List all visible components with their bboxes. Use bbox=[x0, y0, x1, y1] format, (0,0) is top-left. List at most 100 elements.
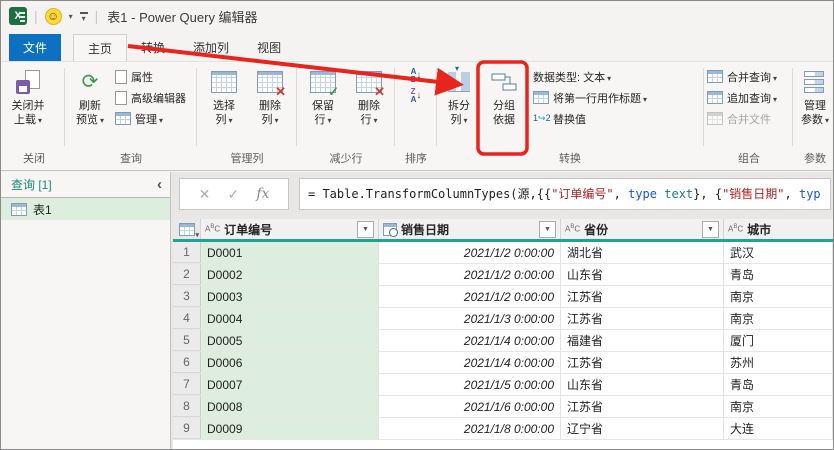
cell-order-id[interactable]: D0006 bbox=[201, 352, 379, 373]
choose-columns-button[interactable]: 选择 列 bbox=[201, 64, 247, 128]
select-all-corner[interactable]: ▾ bbox=[173, 219, 201, 239]
cell-sale-date[interactable]: 2021/1/4 0:00:00 bbox=[379, 330, 561, 351]
cell-sale-date[interactable]: 2021/1/4 0:00:00 bbox=[379, 352, 561, 373]
keep-rows-icon: ✓ bbox=[310, 67, 336, 97]
column-header-sale-date[interactable]: 销售日期 ▼ bbox=[379, 219, 561, 239]
cell-sale-date[interactable]: 2021/1/6 0:00:00 bbox=[379, 396, 561, 417]
cell-city[interactable]: 南京 bbox=[724, 396, 833, 417]
row-number[interactable]: 7 bbox=[173, 374, 201, 395]
collapse-pane-icon[interactable]: ‹ bbox=[157, 177, 162, 192]
ribbon-tab-bar: 文件 主页 转换 添加列 视图 bbox=[1, 31, 833, 61]
remove-rows-button[interactable]: ✕ 删除 行 bbox=[346, 64, 392, 128]
feedback-smiley-icon[interactable]: ☺ bbox=[45, 8, 62, 25]
cell-province[interactable]: 辽宁省 bbox=[561, 418, 724, 439]
filter-dropdown-icon[interactable]: ▼ bbox=[702, 221, 719, 238]
filter-dropdown-icon[interactable]: ▼ bbox=[357, 221, 374, 238]
merge-queries-button[interactable]: 合并查询 bbox=[707, 66, 791, 87]
cell-city[interactable]: 大连 bbox=[724, 418, 833, 439]
cell-province[interactable]: 江苏省 bbox=[561, 396, 724, 417]
keep-rows-button[interactable]: ✓ 保留 行 bbox=[300, 64, 346, 128]
commit-icon[interactable]: ✓ bbox=[227, 186, 239, 203]
row-number[interactable]: 1 bbox=[173, 242, 201, 263]
cell-order-id[interactable]: D0004 bbox=[201, 308, 379, 329]
close-and-load-button[interactable]: 关闭并 上载 bbox=[5, 64, 51, 128]
sort-descending-button[interactable]: ZA ↓ bbox=[411, 87, 422, 105]
cancel-icon[interactable]: ✕ bbox=[199, 186, 211, 203]
advanced-editor-button[interactable]: 高级编辑器 bbox=[115, 87, 186, 108]
cell-sale-date[interactable]: 2021/1/5 0:00:00 bbox=[379, 374, 561, 395]
manage-button[interactable]: 管理 bbox=[115, 108, 186, 129]
row-number[interactable]: 9 bbox=[173, 418, 201, 439]
cell-sale-date[interactable]: 2021/1/2 0:00:00 bbox=[379, 242, 561, 263]
editor-content: 查询 [1] ‹ 表1 ✕ ✓ fx = Table.TransformColu… bbox=[1, 172, 833, 449]
ribbon-group-parameters: 管理 参数 参数 bbox=[795, 64, 834, 170]
cell-province[interactable]: 湖北省 bbox=[561, 242, 724, 263]
column-header-city[interactable]: ABC 城市 bbox=[724, 219, 833, 239]
tab-transform[interactable]: 转换 bbox=[127, 34, 179, 61]
replace-values-icon: 1↪2 bbox=[533, 114, 549, 123]
ribbon-group-query: ⟳ 刷新 预览 属性 高级编辑器 管理 bbox=[67, 64, 195, 170]
replace-values-button[interactable]: 1↪2 替换值 bbox=[533, 108, 647, 129]
cell-province[interactable]: 江苏省 bbox=[561, 352, 724, 373]
filter-dropdown-icon[interactable]: ▼ bbox=[539, 221, 556, 238]
cell-province[interactable]: 山东省 bbox=[561, 374, 724, 395]
remove-columns-button[interactable]: ✕ 删除 列 bbox=[247, 64, 293, 128]
quick-access-customize-icon[interactable]: ▾ bbox=[80, 12, 88, 21]
cell-province[interactable]: 江苏省 bbox=[561, 308, 724, 329]
row-number[interactable]: 8 bbox=[173, 396, 201, 417]
cell-sale-date[interactable]: 2021/1/8 0:00:00 bbox=[379, 418, 561, 439]
cell-city[interactable]: 南京 bbox=[724, 308, 833, 329]
cell-city[interactable]: 南京 bbox=[724, 286, 833, 307]
cell-city[interactable]: 厦门 bbox=[724, 330, 833, 351]
cell-order-id[interactable]: D0003 bbox=[201, 286, 379, 307]
cell-order-id[interactable]: D0002 bbox=[201, 264, 379, 285]
combine-files-button[interactable]: 合并文件 bbox=[707, 108, 791, 129]
cell-sale-date[interactable]: 2021/1/2 0:00:00 bbox=[379, 264, 561, 285]
group-by-button[interactable]: 分组 依据 bbox=[481, 64, 527, 127]
manage-parameters-button[interactable]: 管理 参数 bbox=[795, 64, 834, 128]
split-column-button[interactable]: 拆分 列 bbox=[439, 64, 479, 128]
row-number[interactable]: 6 bbox=[173, 352, 201, 373]
excel-app-icon: X bbox=[9, 7, 27, 25]
formula-segment: text bbox=[664, 187, 693, 201]
refresh-icon: ⟳ bbox=[82, 67, 99, 97]
cell-province[interactable]: 江苏省 bbox=[561, 286, 724, 307]
sidebar-item-query[interactable]: 表1 bbox=[1, 198, 170, 220]
table-icon bbox=[179, 223, 195, 236]
cell-order-id[interactable]: D0009 bbox=[201, 418, 379, 439]
tab-add-column[interactable]: 添加列 bbox=[179, 34, 243, 61]
use-first-row-as-headers-button[interactable]: 将第一行用作标题 bbox=[533, 87, 647, 108]
smiley-dropdown-icon[interactable]: ▾ bbox=[69, 12, 73, 21]
data-type-button[interactable]: 数据类型: 文本 bbox=[533, 66, 647, 87]
formula-input[interactable]: = Table.TransformColumnTypes(源,{{"订单编号",… bbox=[299, 178, 831, 210]
properties-button[interactable]: 属性 bbox=[115, 66, 186, 87]
column-header-province[interactable]: ABC 省份 ▼ bbox=[561, 219, 724, 239]
tab-view[interactable]: 视图 bbox=[243, 34, 295, 61]
fx-icon[interactable]: fx bbox=[256, 186, 269, 202]
cell-sale-date[interactable]: 2021/1/2 0:00:00 bbox=[379, 286, 561, 307]
row-number[interactable]: 5 bbox=[173, 330, 201, 351]
row-number[interactable]: 3 bbox=[173, 286, 201, 307]
ribbon-group-sort: AZ ↓ ZA ↓ 排序 bbox=[397, 64, 435, 170]
refresh-preview-button[interactable]: ⟳ 刷新 预览 bbox=[67, 64, 113, 128]
cell-sale-date[interactable]: 2021/1/3 0:00:00 bbox=[379, 308, 561, 329]
column-header-order-id[interactable]: ABC 订单编号 ▼ bbox=[201, 219, 379, 239]
cell-order-id[interactable]: D0008 bbox=[201, 396, 379, 417]
cell-city[interactable]: 青岛 bbox=[724, 374, 833, 395]
tab-file[interactable]: 文件 bbox=[9, 34, 61, 61]
append-queries-button[interactable]: 追加查询 bbox=[707, 87, 791, 108]
cell-city[interactable]: 苏州 bbox=[724, 352, 833, 373]
sort-ascending-button[interactable]: AZ ↓ bbox=[411, 67, 422, 85]
cell-city[interactable]: 青岛 bbox=[724, 264, 833, 285]
cell-city[interactable]: 武汉 bbox=[724, 242, 833, 263]
cell-order-id[interactable]: D0001 bbox=[201, 242, 379, 263]
cell-order-id[interactable]: D0005 bbox=[201, 330, 379, 351]
cell-province[interactable]: 福建省 bbox=[561, 330, 724, 351]
datetime-type-icon bbox=[383, 223, 397, 236]
cell-province[interactable]: 山东省 bbox=[561, 264, 724, 285]
remove-columns-icon: ✕ bbox=[257, 67, 283, 97]
tab-home[interactable]: 主页 bbox=[73, 34, 127, 61]
row-number[interactable]: 2 bbox=[173, 264, 201, 285]
cell-order-id[interactable]: D0007 bbox=[201, 374, 379, 395]
row-number[interactable]: 4 bbox=[173, 308, 201, 329]
